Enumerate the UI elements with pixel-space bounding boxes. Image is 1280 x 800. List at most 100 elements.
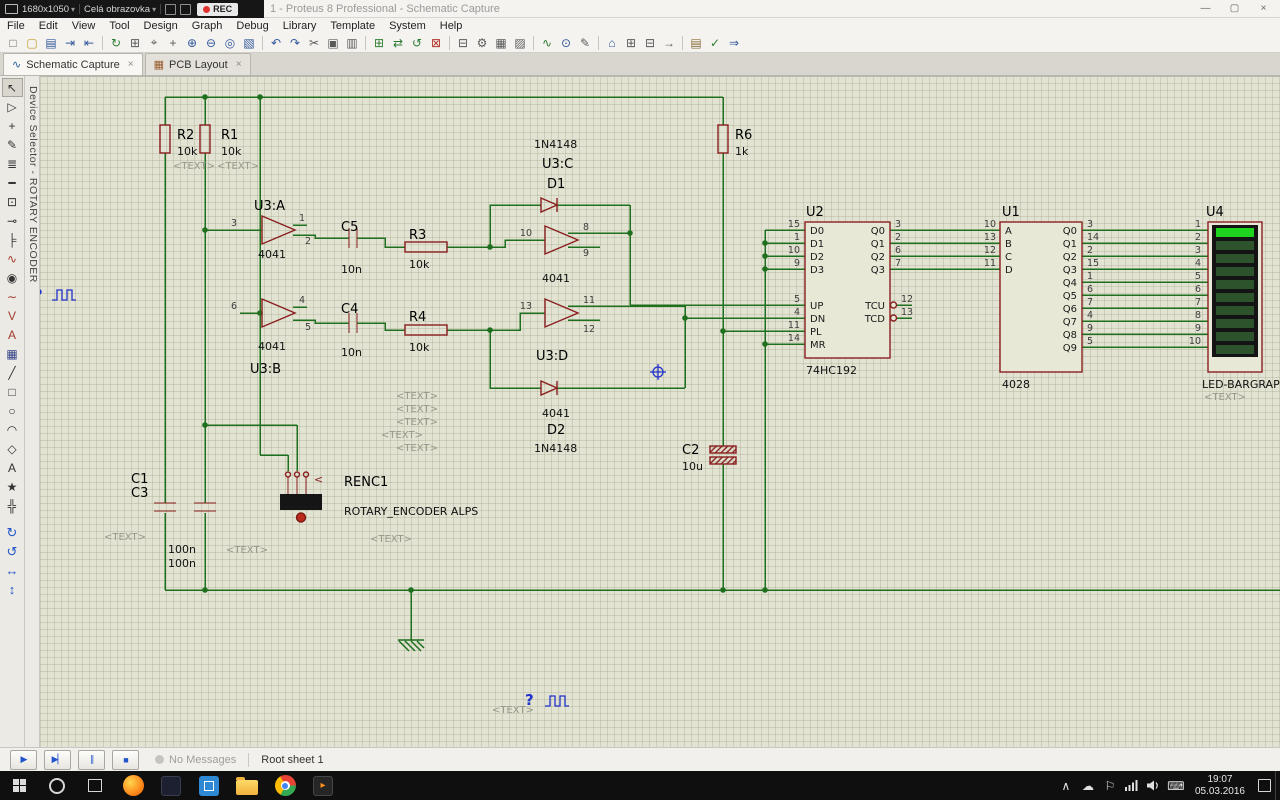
mirror-vertical-icon[interactable]: ↕ <box>2 580 23 599</box>
diode-D1[interactable] <box>540 196 559 214</box>
taskbar-app-dark[interactable] <box>152 771 190 800</box>
text-tool-icon[interactable]: A <box>2 458 23 477</box>
rotate-clockwise-icon[interactable]: ↻ <box>2 523 23 542</box>
tape-recorder-tool-icon[interactable]: ◉ <box>2 268 23 287</box>
capacitor-C1[interactable] <box>154 502 176 512</box>
menu-view[interactable]: View <box>65 20 103 32</box>
stop-button[interactable]: ■ <box>112 749 139 770</box>
menu-library[interactable]: Library <box>276 20 324 32</box>
buffer-U3D[interactable] <box>544 297 580 329</box>
redraw-icon[interactable]: ↻ <box>107 34 125 51</box>
tray-flag-icon[interactable]: ⚐ <box>1099 771 1121 800</box>
packaging-tool-icon[interactable]: ▦ <box>492 34 510 51</box>
taskbar-firefox[interactable] <box>114 771 152 800</box>
copy-icon[interactable]: ▣ <box>324 34 342 51</box>
recorder-settings-icon[interactable] <box>165 3 177 15</box>
resistor-R2[interactable] <box>159 124 171 154</box>
netlist-transfer-icon[interactable]: ⇒ <box>725 34 743 51</box>
tab-schematic-capture[interactable]: ∿ Schematic Capture × <box>3 53 143 75</box>
arc-tool-icon[interactable]: ◠ <box>2 420 23 439</box>
line-tool-icon[interactable]: ╱ <box>2 363 23 382</box>
path-tool-icon[interactable]: ◇ <box>2 439 23 458</box>
pan-icon[interactable]: + <box>164 34 182 51</box>
save-project-icon[interactable]: ▤ <box>42 34 60 51</box>
block-delete-icon[interactable]: ⊠ <box>427 34 445 51</box>
taskbar-store[interactable] <box>190 771 228 800</box>
tray-network-icon[interactable] <box>1121 771 1143 800</box>
led-bargraph-U4[interactable] <box>1207 221 1263 373</box>
menu-system[interactable]: System <box>382 20 433 32</box>
open-project-icon[interactable]: ▢ <box>23 34 41 51</box>
cut-icon[interactable]: ✂ <box>305 34 323 51</box>
property-assignment-icon[interactable]: ✎ <box>576 34 594 51</box>
make-device-icon[interactable]: ⚙ <box>473 34 491 51</box>
resistor-R4[interactable] <box>404 324 448 336</box>
terminal-tool-icon[interactable]: ⊸ <box>2 211 23 230</box>
record-button[interactable]: REC <box>197 2 239 16</box>
taskbar-chrome[interactable] <box>266 771 304 800</box>
circle-tool-icon[interactable]: ○ <box>2 401 23 420</box>
tray-keyboard-icon[interactable]: ⌨ <box>1165 771 1187 800</box>
zoom-area-icon[interactable]: ▧ <box>240 34 258 51</box>
generator-tool-icon[interactable]: ∼ <box>2 287 23 306</box>
menu-tool[interactable]: Tool <box>102 20 136 32</box>
grid-toggle-icon[interactable]: ⊞ <box>126 34 144 51</box>
block-move-icon[interactable]: ⇄ <box>389 34 407 51</box>
minimize-button[interactable]: — <box>1191 0 1220 17</box>
component-tool-icon[interactable]: ▷ <box>2 97 23 116</box>
buffer-U3B[interactable] <box>261 297 297 329</box>
schematic-canvas[interactable]: R2 R1 U3:A C5 R3 U3:C D1 U3:B C4 R4 U3:D D2 R6 C2 U2 U1… <box>40 76 1280 747</box>
goto-sheet-icon[interactable]: → <box>660 34 678 51</box>
tray-expand-icon[interactable]: ∧ <box>1055 771 1077 800</box>
block-rotate-icon[interactable]: ↺ <box>408 34 426 51</box>
menu-file[interactable]: File <box>0 20 32 32</box>
close-tab-icon[interactable]: × <box>236 59 242 70</box>
schematic[interactable]: R2 R1U3:AC5R3U3:CD1U3:BC4R4U3:DD2R6C2U2 U1… <box>40 76 1280 747</box>
bus-tool-icon[interactable]: ━ <box>2 173 23 192</box>
menu-help[interactable]: Help <box>433 20 470 32</box>
text-script-tool-icon[interactable]: ≣ <box>2 154 23 173</box>
bill-of-materials-icon[interactable]: ▤ <box>687 34 705 51</box>
tab-pcb-layout[interactable]: ▦ PCB Layout × <box>144 53 251 75</box>
menu-graph[interactable]: Graph <box>185 20 230 32</box>
search-button[interactable] <box>38 771 76 800</box>
close-button[interactable]: × <box>1249 0 1278 17</box>
menu-edit[interactable]: Edit <box>32 20 65 32</box>
taskbar-media-app[interactable]: ▸ <box>304 771 342 800</box>
show-desktop-button[interactable] <box>1275 771 1280 800</box>
import-file-icon[interactable]: ⇥ <box>61 34 79 51</box>
zoom-all-icon[interactable]: ◎ <box>221 34 239 51</box>
graph-tool-icon[interactable]: ∿ <box>2 249 23 268</box>
rotate-anticlockwise-icon[interactable]: ↺ <box>2 542 23 561</box>
device-pin-tool-icon[interactable]: ╞ <box>2 230 23 249</box>
new-project-icon[interactable]: □ <box>4 34 22 51</box>
false-origin-icon[interactable]: ⌖ <box>145 34 163 51</box>
zoom-out-icon[interactable]: ⊖ <box>202 34 220 51</box>
voltage-probe-tool-icon[interactable]: V <box>2 306 23 325</box>
buffer-U3A[interactable] <box>261 214 297 246</box>
tray-cloud-icon[interactable]: ☁ <box>1077 771 1099 800</box>
junction-dot-tool-icon[interactable]: + <box>2 116 23 135</box>
taskbar-clock[interactable]: 19:07 05.03.2016 <box>1187 774 1253 797</box>
box-tool-icon[interactable]: □ <box>2 382 23 401</box>
recorder-resolution[interactable]: 1680x1050 <box>22 4 69 15</box>
zoom-in-icon[interactable]: ⊕ <box>183 34 201 51</box>
step-button[interactable]: ▶▏ <box>44 749 71 770</box>
maximize-button[interactable]: ▢ <box>1220 0 1249 17</box>
design-explorer-icon[interactable]: ⌂ <box>603 34 621 51</box>
pause-button[interactable]: ∥ <box>78 749 105 770</box>
redo-icon[interactable]: ↷ <box>286 34 304 51</box>
paste-icon[interactable]: ▥ <box>343 34 361 51</box>
tray-volume-icon[interactable] <box>1143 771 1165 800</box>
recorder-mode[interactable]: Celá obrazovka <box>84 4 150 15</box>
diode-D2[interactable] <box>540 379 559 397</box>
menu-template[interactable]: Template <box>323 20 382 32</box>
new-sheet-icon[interactable]: ⊞ <box>622 34 640 51</box>
menu-design[interactable]: Design <box>137 20 185 32</box>
decompose-icon[interactable]: ▨ <box>511 34 529 51</box>
task-view-button[interactable] <box>76 771 114 800</box>
recorder-camera-icon[interactable] <box>180 3 192 15</box>
wire-autorouter-icon[interactable]: ∿ <box>538 34 556 51</box>
capacitor-C2[interactable] <box>709 445 737 465</box>
play-button[interactable]: ▶ <box>10 749 37 770</box>
